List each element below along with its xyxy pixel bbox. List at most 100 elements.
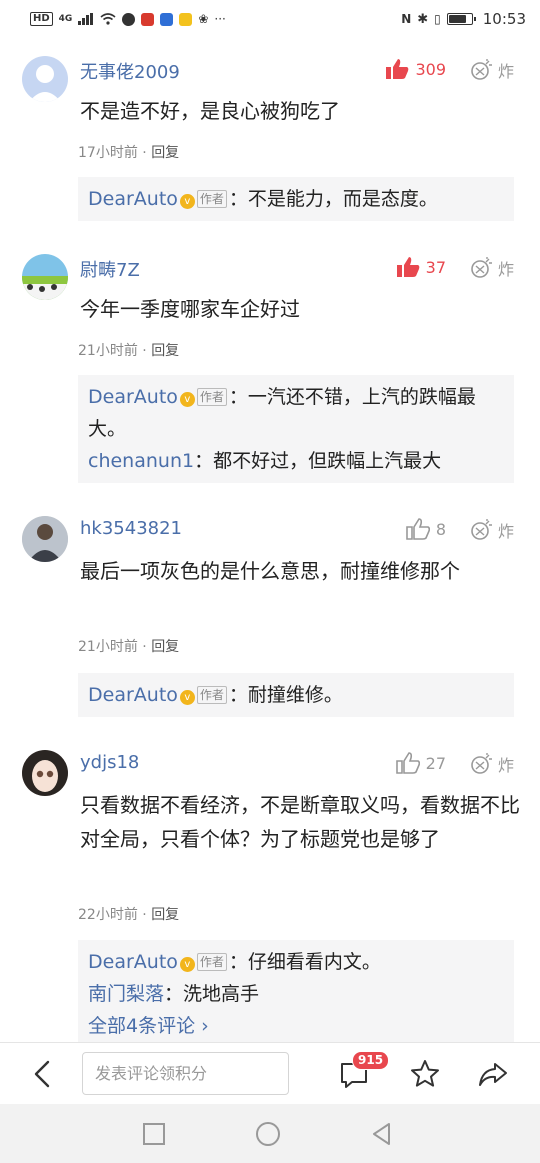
like-button[interactable]: 309: [385, 58, 446, 80]
comment-meta: 21小时前 · 回复: [78, 639, 180, 655]
verified-icon: v: [179, 690, 195, 705]
like-button[interactable]: 27: [395, 752, 446, 774]
comment-count-badge: 915: [352, 1051, 390, 1070]
comment-username[interactable]: 尉畴7Z: [80, 256, 140, 282]
reply-separator: ：: [228, 684, 248, 706]
comment-text: 今年一季度哪家车企好过: [80, 297, 300, 321]
reply-username[interactable]: DearAuto: [88, 188, 178, 210]
author-tag: 作者: [196, 953, 227, 971]
reply-box[interactable]: DearAuto v 作者 ：一汽还不错，上汽的跌幅最大。 chenanun1：都不好…: [78, 375, 514, 483]
bomb-label: 炸: [497, 756, 514, 775]
avatar[interactable]: [22, 254, 68, 300]
thumb-up-icon: [396, 257, 419, 277]
status-left: HD 4G ❀ ···: [30, 12, 226, 26]
app-notification-icon: [122, 12, 136, 26]
reply-username[interactable]: 南门梨落: [88, 983, 164, 1005]
comment-username[interactable]: ydjs18: [80, 752, 139, 773]
bluetooth-icon: ✱: [417, 11, 429, 27]
verified-icon: v: [179, 194, 195, 209]
hd-indicator: HD: [30, 12, 53, 26]
like-count: 27: [425, 753, 446, 773]
wifi-icon: [100, 13, 116, 25]
comment-username[interactable]: 无事佬2009: [80, 58, 180, 84]
bomb-button[interactable]: 炸: [470, 518, 514, 542]
like-count: 309: [415, 59, 446, 79]
avatar[interactable]: [22, 516, 68, 562]
vibrate-icon: ▯: [434, 12, 441, 26]
reply-separator: ：: [228, 188, 248, 210]
comment-time: 21小时前: [78, 639, 138, 655]
comment-text: 只看数据不看经济，不是断章取义吗，看数据不比对全局，只看个体？为了标题党也是够了: [80, 793, 520, 851]
comment-username[interactable]: hk3543821: [80, 518, 182, 539]
notes-app-icon: [179, 12, 193, 26]
back-button[interactable]: [368, 1120, 396, 1148]
clock: 10:53: [482, 10, 526, 28]
reply-text: 耐撞维修。: [247, 684, 343, 706]
reply-item: DearAuto v 作者 ：耐撞维修。: [88, 679, 504, 711]
reply-username[interactable]: DearAuto: [88, 951, 178, 973]
like-button[interactable]: 37: [396, 256, 446, 278]
verified-icon: v: [179, 392, 195, 407]
reply-username[interactable]: chenanun1: [88, 450, 194, 472]
comment-text: 不是造不好，是良心被狗吃了: [80, 99, 340, 123]
author-tag: 作者: [196, 686, 227, 704]
share-icon[interactable]: [476, 1057, 510, 1091]
bottom-action-bar: 发表评论领积分 915: [0, 1042, 540, 1104]
reply-separator: ：: [228, 386, 248, 408]
home-button[interactable]: [254, 1120, 282, 1148]
comment-input[interactable]: 发表评论领积分: [82, 1052, 289, 1095]
battery-icon: [446, 13, 476, 25]
like-count: 8: [435, 519, 446, 539]
verified-icon: v: [179, 957, 195, 972]
comment-meta: 21小时前 · 回复: [78, 343, 180, 359]
status-right: N ✱ ▯ 10:53: [401, 10, 526, 28]
bomb-icon: [471, 519, 492, 540]
avatar[interactable]: [22, 750, 68, 796]
bomb-label: 炸: [497, 522, 514, 541]
comment-text: 最后一项灰色的是什么意思，耐撞维修那个: [80, 559, 460, 583]
misc-app-icon: ❀: [198, 12, 209, 26]
comment-time: 22小时前: [78, 907, 138, 923]
more-notifications-icon: ···: [214, 12, 226, 26]
reply-button[interactable]: 回复: [151, 343, 179, 359]
reply-username[interactable]: DearAuto: [88, 684, 178, 706]
star-icon[interactable]: [408, 1057, 442, 1091]
reply-box[interactable]: DearAuto v 作者 ：耐撞维修。: [78, 673, 514, 717]
like-button[interactable]: 8: [406, 518, 446, 540]
bomb-button[interactable]: 炸: [470, 752, 514, 776]
reply-button[interactable]: 回复: [151, 639, 179, 655]
browser-app-icon: [160, 12, 174, 26]
reply-text: 都不好过，但跌幅上汽最大: [213, 450, 442, 472]
like-count: 37: [425, 257, 446, 277]
bomb-button[interactable]: 炸: [470, 58, 514, 82]
thumb-up-icon: [395, 752, 420, 774]
reply-box[interactable]: DearAuto v 作者 ：不是能力，而是态度。: [78, 177, 514, 221]
reply-username[interactable]: DearAuto: [88, 386, 178, 408]
bomb-label: 炸: [497, 62, 514, 81]
bomb-icon: [471, 257, 492, 278]
recent-apps-button[interactable]: [140, 1120, 168, 1148]
avatar[interactable]: [22, 56, 68, 102]
view-all-replies-link[interactable]: 全部4条评论 ›: [88, 1010, 504, 1042]
reply-separator: ：: [164, 983, 184, 1005]
battery-level: [448, 15, 466, 23]
reply-item: chenanun1：都不好过，但跌幅上汽最大: [88, 445, 504, 477]
news-app-icon: [141, 12, 155, 26]
comment-meta: 17小时前 · 回复: [78, 145, 180, 161]
comment-time: 17小时前: [78, 145, 138, 161]
reply-text: 仔细看看内文。: [247, 951, 381, 973]
bomb-button[interactable]: 炸: [470, 256, 514, 280]
reply-button[interactable]: 回复: [151, 907, 179, 923]
reply-separator: ：: [194, 450, 214, 472]
bomb-icon: [471, 753, 492, 774]
signal-icon: [78, 13, 94, 25]
comment-time: 21小时前: [78, 343, 138, 359]
reply-text: 不是能力，而是态度。: [247, 188, 438, 210]
reply-button[interactable]: 回复: [151, 145, 179, 161]
back-arrow-icon[interactable]: [28, 1057, 58, 1091]
nfc-icon: N: [401, 12, 412, 26]
author-tag: 作者: [196, 190, 227, 208]
reply-item: 南门梨落：洗地高手: [88, 978, 504, 1010]
status-bar: HD 4G ❀ ··· N ✱ ▯ 10:53: [0, 0, 540, 38]
network-type: 4G: [58, 14, 73, 24]
